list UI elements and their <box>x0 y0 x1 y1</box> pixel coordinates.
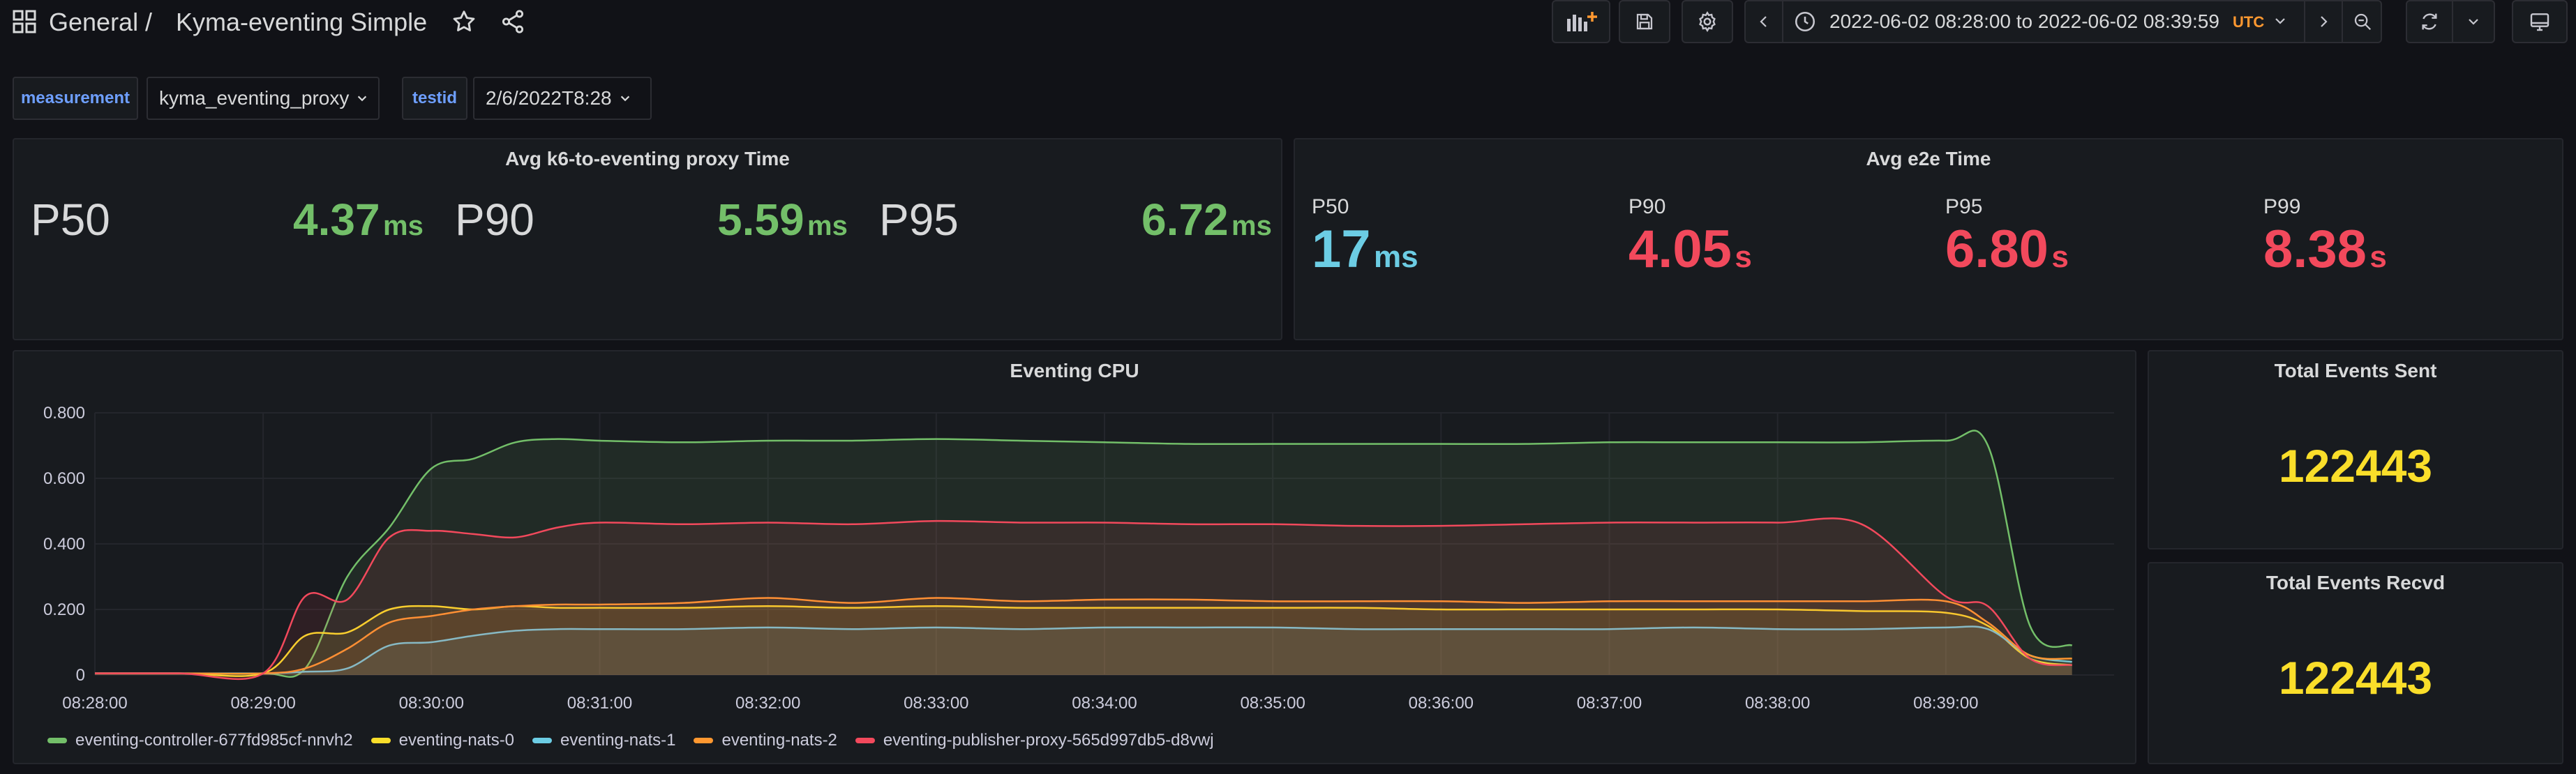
legend-item[interactable]: eventing-publisher-proxy-565d997db5-d8vw… <box>855 731 1214 750</box>
star-icon[interactable] <box>451 8 477 35</box>
e2e-label-p90: P90 <box>1628 195 1666 218</box>
legend-label: eventing-nats-1 <box>560 731 676 750</box>
panel-e2e-time: Avg e2e Time P50 17 ms P90 4.05 s P95 6.… <box>1294 138 2563 340</box>
legend-swatch <box>370 738 391 743</box>
dashboard-title[interactable]: Kyma-eventing Simple <box>176 4 427 40</box>
e2e-value-p95: 6.80 s <box>1945 220 2069 279</box>
legend-label: eventing-publisher-proxy-565d997db5-d8vw… <box>883 731 1214 750</box>
zoom-out-icon <box>2354 13 2372 31</box>
chart-legend: eventing-controller-677fd985cf-nnvh2 even… <box>47 727 1232 754</box>
gear-icon <box>1699 11 1716 32</box>
stat-label-p95: P95 <box>879 195 959 245</box>
stat-label-p50: P50 <box>31 195 110 245</box>
panel-title[interactable]: Avg k6-to-eventing proxy Time <box>14 148 1281 170</box>
save-icon <box>1636 13 1653 30</box>
refresh-interval-dropdown[interactable] <box>2453 1 2494 42</box>
stat-label-p90: P90 <box>455 195 534 245</box>
refresh-icon <box>2422 13 2437 30</box>
y-tick-label: 0.800 <box>43 404 85 423</box>
legend-label: eventing-controller-677fd985cf-nnvh2 <box>75 731 353 750</box>
e2e-value-p99: 8.38 s <box>2263 220 2387 279</box>
legend-item[interactable]: eventing-nats-0 <box>370 731 515 750</box>
legend-item[interactable]: eventing-controller-677fd985cf-nnvh2 <box>47 731 353 750</box>
breadcrumb-folder[interactable]: General <box>49 4 138 40</box>
y-tick-label: 0.200 <box>43 600 85 619</box>
series-area-4 <box>95 518 2072 679</box>
events-recvd-value: 122443 <box>2278 652 2433 704</box>
stat-value-p50: 4.37 ms <box>293 195 424 245</box>
panel-eventing-cpu: Eventing CPU 0 0.200 0.400 0.600 0.800 08:28:… <box>13 350 2136 764</box>
time-forward-button[interactable] <box>2304 1 2342 42</box>
variable-value-measurement: kyma_eventing_proxy <box>159 87 350 109</box>
save-dashboard-button[interactable] <box>1619 0 1670 43</box>
variable-value-testid: 2/6/2022T8:28 <box>486 87 612 109</box>
x-tick-label: 08:32:00 <box>735 694 800 713</box>
legend-item[interactable]: eventing-nats-1 <box>532 731 675 750</box>
cpu-chart[interactable]: 0 0.200 0.400 0.600 0.800 08:28:00 08:29:00 08:… <box>14 351 2135 728</box>
variable-label-measurement: measurement <box>13 77 138 120</box>
dashboard-settings-button[interactable] <box>1682 0 1733 43</box>
x-tick-label: 08:30:00 <box>399 694 464 713</box>
legend-item[interactable]: eventing-nats-2 <box>694 731 837 750</box>
refresh-button[interactable] <box>2407 1 2453 42</box>
panel-total-events-recvd: Total Events Recvd 122443 <box>2148 562 2563 764</box>
e2e-value-p90: 4.05 s <box>1628 220 1752 279</box>
panel-title[interactable]: Avg e2e Time <box>1295 148 2562 170</box>
legend-label: eventing-nats-2 <box>721 731 837 750</box>
stat-value-p90: 5.59 ms <box>717 195 848 245</box>
zoom-out-button[interactable] <box>2342 1 2382 42</box>
add-panel-icon <box>1567 12 1597 31</box>
add-panel-button[interactable] <box>1552 0 1610 43</box>
chevron-down-icon <box>358 96 367 102</box>
panel-title[interactable]: Total Events Recvd <box>2149 572 2562 594</box>
chevron-right-icon <box>2321 16 2328 27</box>
legend-swatch <box>47 738 67 743</box>
e2e-label-p50: P50 <box>1312 195 1349 218</box>
legend-swatch <box>694 738 714 743</box>
x-tick-label: 08:38:00 <box>1745 694 1810 713</box>
x-tick-label: 08:29:00 <box>230 694 295 713</box>
e2e-label-p99: P99 <box>2263 195 2301 218</box>
monitor-icon <box>2530 13 2549 31</box>
x-tick-label: 08:35:00 <box>1240 694 1305 713</box>
clock-icon <box>1793 10 1817 33</box>
y-tick-label: 0.600 <box>43 469 85 488</box>
x-tick-label: 08:33:00 <box>904 694 968 713</box>
x-tick-label: 08:37:00 <box>1577 694 1642 713</box>
e2e-value-p50: 17 ms <box>1312 220 1418 279</box>
panel-total-events-sent: Total Events Sent 122443 <box>2148 350 2563 549</box>
timezone-label[interactable]: UTC <box>2233 11 2264 33</box>
y-tick-label: 0 <box>76 666 85 685</box>
variable-select-testid[interactable]: 2/6/2022T8:28 <box>473 77 652 120</box>
legend-label: eventing-nats-0 <box>398 731 515 750</box>
x-tick-label: 08:36:00 <box>1409 694 1474 713</box>
x-tick-label: 08:39:00 <box>1913 694 1978 713</box>
events-sent-value: 122443 <box>2278 440 2433 492</box>
time-range-picker[interactable]: 2022-06-02 08:28:00 to 2022-06-02 08:39:… <box>1829 8 2219 35</box>
stat-value-p95: 6.72 ms <box>1141 195 1272 245</box>
dashboards-grid-icon[interactable] <box>13 10 36 33</box>
e2e-label-p95: P95 <box>1945 195 1983 218</box>
chevron-left-icon <box>1760 16 1767 27</box>
top-navbar: General / Kyma-eventing Simple 2022-06-0… <box>0 0 2576 45</box>
panel-title[interactable]: Total Events Sent <box>2149 360 2562 382</box>
x-tick-label: 08:34:00 <box>1072 694 1137 713</box>
tv-mode-button[interactable] <box>2512 0 2568 43</box>
x-tick-label: 08:28:00 <box>62 694 127 713</box>
share-icon[interactable] <box>500 8 526 35</box>
variable-label-testid: testid <box>402 77 467 120</box>
legend-swatch <box>532 738 553 743</box>
variable-select-measurement[interactable]: kyma_eventing_proxy <box>147 77 380 120</box>
chevron-down-icon <box>2469 19 2478 25</box>
chevron-down-icon <box>620 96 629 102</box>
legend-swatch <box>855 738 875 743</box>
y-tick-label: 0.400 <box>43 535 85 554</box>
panel-proxy-time: Avg k6-to-eventing proxy Time P50 4.37 m… <box>13 138 1282 340</box>
time-back-button[interactable] <box>1746 1 1783 42</box>
x-tick-label: 08:31:00 <box>567 694 632 713</box>
breadcrumb-separator: / <box>145 8 153 36</box>
chevron-down-icon[interactable] <box>2273 14 2287 28</box>
